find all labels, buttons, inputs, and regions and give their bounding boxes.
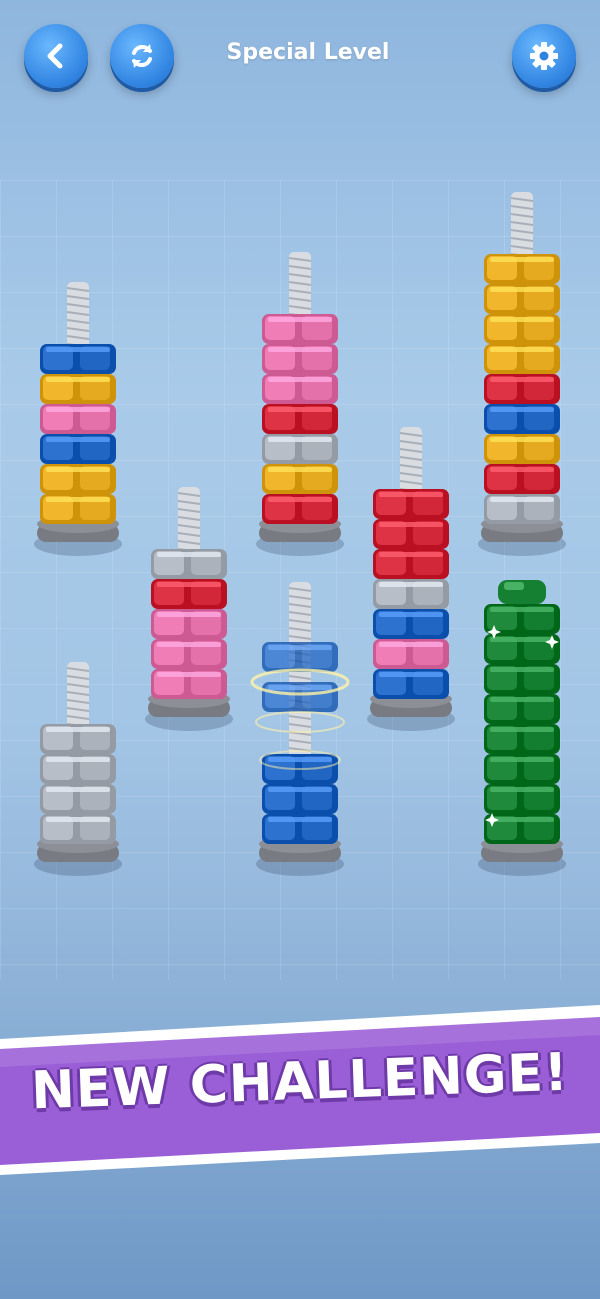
bolt-1-nut-1 <box>40 494 116 524</box>
bolt-1-nut-3 <box>40 434 116 464</box>
bolt-5[interactable] <box>250 582 350 876</box>
bolt-6-nut-7 <box>373 489 449 519</box>
bolt-4-nut-1 <box>151 669 227 699</box>
bolt-1-nut-4 <box>40 404 116 434</box>
bolt-8-nut-5 <box>484 694 560 724</box>
bolt-6-nut-2 <box>373 639 449 669</box>
bolt-3-nut-2 <box>484 464 560 494</box>
bolt-7-nut-2 <box>40 784 116 814</box>
bolt-5-lifted-nut-1 <box>262 682 338 712</box>
bolt-6-nut-1 <box>373 669 449 699</box>
bolt-6-nut-4 <box>373 579 449 609</box>
bolt-8-nut-2 <box>484 784 560 814</box>
bolt-4-nut-2 <box>151 639 227 669</box>
bolt-3[interactable] <box>478 192 566 556</box>
bolt-4-nut-4 <box>151 579 227 609</box>
bolt-4[interactable] <box>145 487 233 731</box>
bolt-3-nut-3 <box>484 434 560 464</box>
bolt-1[interactable] <box>34 282 122 556</box>
bolt-8[interactable] <box>478 580 566 876</box>
bolt-8-nut-1 <box>484 814 560 844</box>
bolt-6-nut-5 <box>373 549 449 579</box>
bolt-8-nut-3 <box>484 754 560 784</box>
bolt-3-nut-1 <box>484 494 560 524</box>
bolt-3-nut-4 <box>484 404 560 434</box>
bolt-3-nut-8 <box>484 284 560 314</box>
bolt-5-lifted-nut-2 <box>262 642 338 672</box>
bolt-7[interactable] <box>34 662 122 876</box>
bolt-2-nut-7 <box>262 314 338 344</box>
bolt-2-nut-2 <box>262 464 338 494</box>
bolt-5-nut-2 <box>262 784 338 814</box>
bolt-3-nut-6 <box>484 344 560 374</box>
bolt-6-nut-6 <box>373 519 449 549</box>
bolt-6-nut-3 <box>373 609 449 639</box>
bolt-7-nut-1 <box>40 814 116 844</box>
bolt-1-nut-6 <box>40 344 116 374</box>
bolt-2-nut-6 <box>262 344 338 374</box>
bolt-5-nut-1 <box>262 814 338 844</box>
bolt-2-nut-5 <box>262 374 338 404</box>
bolt-4-nut-3 <box>151 609 227 639</box>
bolt-7-nut-3 <box>40 754 116 784</box>
bolt-3-nut-5 <box>484 374 560 404</box>
bolt-8-nut-6 <box>484 664 560 694</box>
bolt-1-nut-2 <box>40 464 116 494</box>
bolt-4-nut-5 <box>151 549 227 579</box>
bolt-2[interactable] <box>256 252 344 556</box>
bolt-3-nut-9 <box>484 254 560 284</box>
bolt-8-nut-7 <box>484 634 560 664</box>
bolt-3-nut-7 <box>484 314 560 344</box>
bolt-8-nut-4 <box>484 724 560 754</box>
bolt-1-nut-5 <box>40 374 116 404</box>
bolt-2-nut-1 <box>262 494 338 524</box>
bolt-2-nut-4 <box>262 404 338 434</box>
bolt-board <box>34 192 566 876</box>
bolt-2-nut-3 <box>262 434 338 464</box>
bolt-7-nut-4 <box>40 724 116 754</box>
bolt-6[interactable] <box>367 427 455 731</box>
